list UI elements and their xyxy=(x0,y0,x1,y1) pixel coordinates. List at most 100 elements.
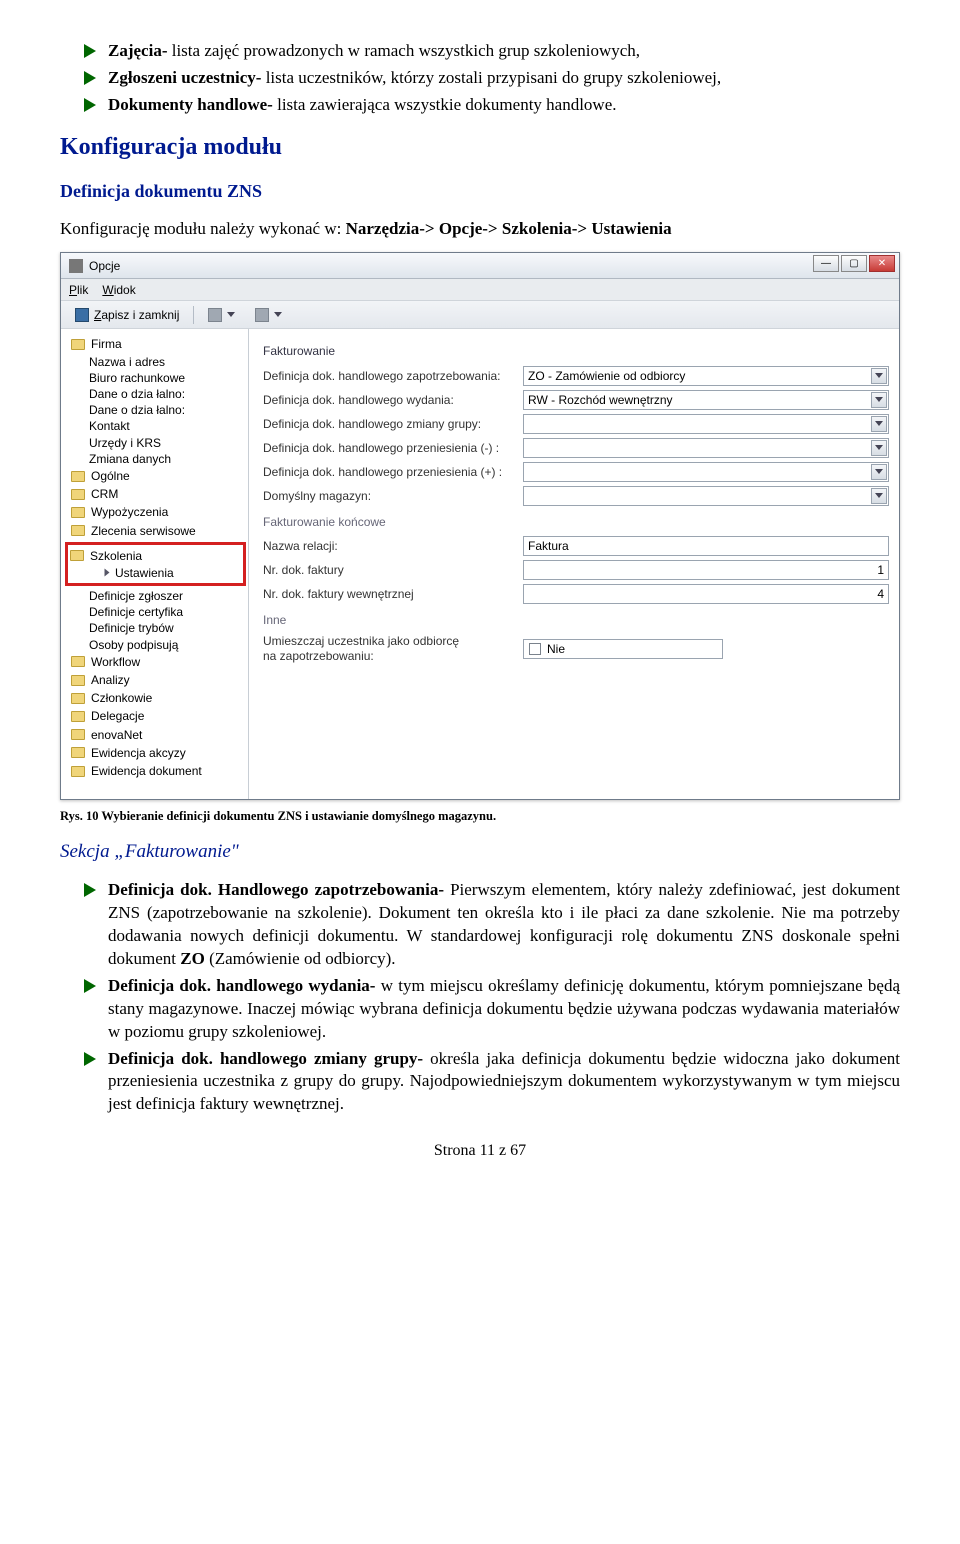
menubar: Plik Widok xyxy=(61,279,899,301)
tree-leaf[interactable]: Definicje certyfika xyxy=(71,604,246,620)
tree-label: Szkolenia xyxy=(90,548,142,564)
tree-folder-ogolne[interactable]: Ogólne xyxy=(71,467,246,485)
nazwa-relacji-input[interactable]: Faktura xyxy=(523,536,889,556)
folder-icon xyxy=(71,507,85,518)
dropdown-button[interactable] xyxy=(871,464,887,480)
combo-value: ZO - Zamówienie od odbiorcy xyxy=(528,368,685,384)
folder-icon xyxy=(71,675,85,686)
bullet-tri-icon xyxy=(84,883,96,897)
tree-label: Ewidencja akcyzy xyxy=(91,745,186,761)
def-przen-plus-combo[interactable] xyxy=(523,462,889,482)
field-label: Nazwa relacji: xyxy=(263,538,523,554)
tree-leaf[interactable]: Kontakt xyxy=(71,418,246,434)
window-icon xyxy=(69,259,83,273)
menu-plik[interactable]: Plik xyxy=(69,282,88,298)
tree-folder-zlecserw[interactable]: Zlecenia serwisowe xyxy=(71,522,246,540)
field-label: Definicja dok. handlowego zapotrzebowani… xyxy=(263,368,523,384)
group-header-inne: Inne xyxy=(263,612,889,628)
para-bold: Narzędzia-> Opcje-> Szkolenia-> Ustawien… xyxy=(346,219,672,238)
tree-leaf[interactable]: Dane o dzia łalno: xyxy=(71,402,246,418)
tree-leaf[interactable]: Nazwa i adres xyxy=(71,354,246,370)
def-wydania-combo[interactable]: RW - Rozchód wewnętrzny xyxy=(523,390,889,410)
field-label: Nr. dok. faktury wewnętrznej xyxy=(263,586,523,602)
subheading-fakturowanie: Sekcja „Fakturowanie" xyxy=(60,839,900,865)
options-tree[interactable]: Firma Nazwa i adres Biuro rachunkowe Dan… xyxy=(61,329,249,799)
chevron-down-icon xyxy=(875,469,883,474)
tree-label: CRM xyxy=(91,486,118,502)
tree-folder-szkolenia[interactable]: Szkolenia xyxy=(70,547,243,565)
tree-leaf[interactable]: Definicje trybów xyxy=(71,620,246,636)
tree-leaf[interactable]: Zmiana danych xyxy=(71,451,246,467)
def-zmiany-combo[interactable] xyxy=(523,414,889,434)
umieszczaj-checkbox[interactable]: Nie xyxy=(523,639,723,659)
tree-leaf[interactable]: Definicje zgłoszer xyxy=(71,588,246,604)
arrow-icon xyxy=(105,569,110,577)
minimize-button[interactable]: — xyxy=(813,255,839,272)
bullet-bold: Zgłoszeni uczestnicy- xyxy=(108,68,261,87)
tree-label: Firma xyxy=(91,336,122,352)
nr-faktury-wew-input[interactable]: 4 xyxy=(523,584,889,604)
folder-icon xyxy=(71,747,85,758)
tools-button-2[interactable] xyxy=(249,306,288,324)
chevron-down-icon xyxy=(274,312,282,317)
tree-folder[interactable]: Ewidencja dokument xyxy=(71,762,246,780)
tree-folder[interactable]: Członkowie xyxy=(71,689,246,707)
def-zapo-combo[interactable]: ZO - Zamówienie od odbiorcy xyxy=(523,366,889,386)
bullet-bold: Definicja dok. Handlowego zapotrzebowani… xyxy=(108,880,444,899)
tree-leaf-ustawienia[interactable]: Ustawienia xyxy=(70,565,243,581)
tools-icon xyxy=(208,308,222,322)
tree-label: Workflow xyxy=(91,654,140,670)
save-close-button[interactable]: Zapisz i zamknij xyxy=(69,305,185,325)
tools-button[interactable] xyxy=(202,306,241,324)
tree-label: Ewidencja dokument xyxy=(91,763,202,779)
bullet-item: Definicja dok. Handlowego zapotrzebowani… xyxy=(84,879,900,971)
dropdown-button[interactable] xyxy=(871,488,887,504)
toolbar-separator xyxy=(193,306,194,324)
tree-folder-crm[interactable]: CRM xyxy=(71,485,246,503)
form-pane: Fakturowanie Definicja dok. handlowego z… xyxy=(249,329,899,799)
chevron-down-icon xyxy=(875,373,883,378)
tree-folder-wypo[interactable]: Wypożyczenia xyxy=(71,503,246,521)
bullet-tri-icon xyxy=(84,1052,96,1066)
field-label: Domyślny magazyn: xyxy=(263,488,523,504)
heading-konfiguracja: Konfiguracja modułu xyxy=(60,131,900,163)
tree-folder-firma[interactable]: Firma xyxy=(71,335,246,353)
text-value: Faktura xyxy=(528,538,569,554)
tree-folder[interactable]: Delegacje xyxy=(71,707,246,725)
bottom-bullet-list: Definicja dok. Handlowego zapotrzebowani… xyxy=(60,879,900,1116)
maximize-button[interactable]: ▢ xyxy=(841,255,867,272)
menu-widok[interactable]: Widok xyxy=(102,282,135,298)
checkbox-label: Nie xyxy=(547,641,565,657)
bullet-bold: Definicja dok. handlowego zmiany grupy- xyxy=(108,1049,423,1068)
tree-folder[interactable]: Workflow xyxy=(71,653,246,671)
dropdown-button[interactable] xyxy=(871,368,887,384)
bullet-item: Definicja dok. handlowego wydania- w tym… xyxy=(84,975,900,1044)
bullet-bold: ZO xyxy=(180,949,205,968)
tree-folder[interactable]: Ewidencja akcyzy xyxy=(71,744,246,762)
domyslny-magazyn-combo[interactable] xyxy=(523,486,889,506)
def-przen-minus-combo[interactable] xyxy=(523,438,889,458)
tree-label: Ustawienia xyxy=(115,565,174,581)
tree-leaf[interactable]: Biuro rachunkowe xyxy=(71,370,246,386)
dropdown-button[interactable] xyxy=(871,392,887,408)
tree-label: Zlecenia serwisowe xyxy=(91,523,196,539)
close-button[interactable]: ✕ xyxy=(869,255,895,272)
tree-folder[interactable]: enovaNet xyxy=(71,726,246,744)
folder-icon xyxy=(71,729,85,740)
dropdown-button[interactable] xyxy=(871,416,887,432)
nr-faktury-input[interactable]: 1 xyxy=(523,560,889,580)
para-text: Konfigurację modułu należy wykonać w: xyxy=(60,219,346,238)
checkbox-icon xyxy=(529,643,541,655)
bullet-item: Definicja dok. handlowego zmiany grupy- … xyxy=(84,1048,900,1117)
tree-leaf[interactable]: Dane o dzia łalno: xyxy=(71,386,246,402)
tree-leaf[interactable]: Urzędy i KRS xyxy=(71,435,246,451)
tree-highlight: Szkolenia Ustawienia xyxy=(65,542,246,586)
field-label: Umieszczaj uczestnika jako odbiorcęna za… xyxy=(263,634,523,664)
tree-folder[interactable]: Analizy xyxy=(71,671,246,689)
tree-leaf[interactable]: Osoby podpisują xyxy=(71,637,246,653)
field-label: Nr. dok. faktury xyxy=(263,562,523,578)
figure-caption: Rys. 10 Wybieranie definicji dokumentu Z… xyxy=(60,808,900,825)
dropdown-button[interactable] xyxy=(871,440,887,456)
chevron-down-icon xyxy=(227,312,235,317)
field-label: Definicja dok. handlowego zmiany grupy: xyxy=(263,416,523,432)
